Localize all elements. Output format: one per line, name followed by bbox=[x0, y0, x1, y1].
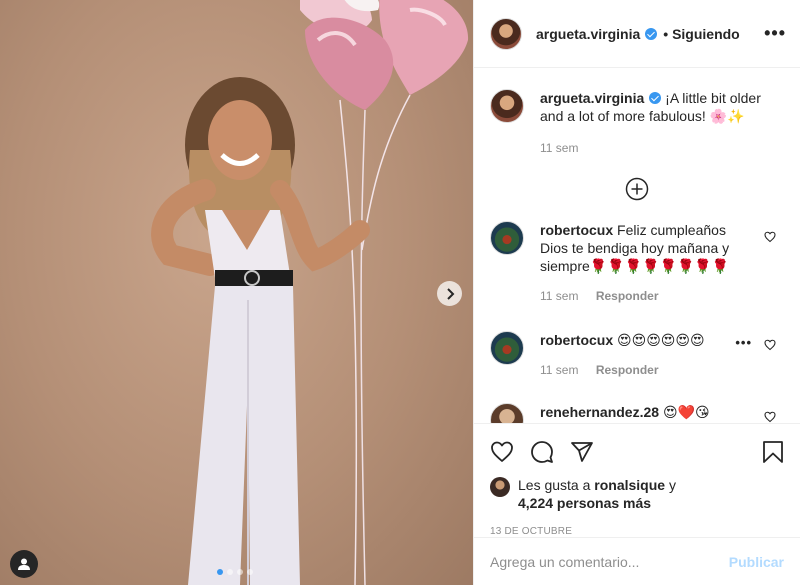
comment-username[interactable]: robertocux bbox=[540, 222, 613, 238]
save-button[interactable] bbox=[762, 440, 784, 464]
carousel-dot bbox=[247, 569, 253, 575]
like-comment-heart-icon[interactable] bbox=[764, 339, 776, 351]
like-button[interactable] bbox=[490, 440, 514, 464]
more-options-icon[interactable]: ••• bbox=[764, 23, 786, 44]
verified-badge-icon bbox=[645, 27, 658, 40]
add-comment-form: Agrega un comentario... Publicar bbox=[474, 537, 800, 585]
caption-time[interactable]: 11 sem bbox=[540, 141, 578, 155]
comments-list[interactable]: argueta.virginia ¡A little bit older and… bbox=[474, 69, 800, 423]
comment-time[interactable]: 11 sem bbox=[540, 363, 578, 377]
save-icon bbox=[763, 441, 783, 463]
comment-item: renehernandez.28 😍❤️😘 bbox=[490, 403, 784, 423]
follow-status-label[interactable]: Siguiendo bbox=[672, 26, 740, 42]
post-side-panel: argueta.virginia • Siguiendo ••• argueta… bbox=[473, 0, 800, 585]
next-photo-button[interactable] bbox=[437, 281, 462, 306]
carousel-dot bbox=[227, 569, 233, 575]
reply-button[interactable]: Responder bbox=[596, 289, 659, 303]
comment-button[interactable] bbox=[530, 440, 554, 464]
carousel-dot bbox=[217, 569, 223, 575]
caption-username[interactable]: argueta.virginia bbox=[540, 90, 644, 106]
post-date[interactable]: 13 DE OCTUBRE bbox=[490, 526, 784, 537]
comment-username[interactable]: renehernandez.28 bbox=[540, 404, 659, 420]
liker-avatar[interactable] bbox=[490, 477, 510, 497]
next-arrow-icon bbox=[446, 287, 454, 300]
comment-item: robertocux Feliz cumpleaños Dios te bend… bbox=[490, 221, 784, 305]
likes-count[interactable]: 4,224 personas más bbox=[518, 495, 651, 511]
load-more-comments[interactable] bbox=[490, 177, 784, 201]
reply-button[interactable]: Responder bbox=[596, 363, 659, 377]
follow-status[interactable]: • Siguiendo bbox=[663, 26, 739, 42]
comment-text: 😍❤️😘 bbox=[662, 404, 710, 420]
carousel-indicator bbox=[217, 569, 253, 575]
load-more-icon bbox=[625, 177, 649, 201]
author-avatar[interactable] bbox=[490, 89, 524, 123]
likes-connector: y bbox=[668, 477, 676, 493]
publish-button[interactable]: Publicar bbox=[729, 554, 784, 570]
post-actions: Les gusta a ronalsique y 4,224 personas … bbox=[474, 423, 800, 537]
author-avatar[interactable] bbox=[490, 17, 522, 50]
liker-username[interactable]: ronalsique bbox=[594, 477, 665, 493]
commenter-avatar[interactable] bbox=[490, 331, 524, 365]
share-icon bbox=[571, 442, 593, 462]
like-comment-heart-icon[interactable] bbox=[764, 411, 776, 423]
likes-prefix: Les gusta a bbox=[518, 477, 591, 493]
comment-options-icon[interactable]: ••• bbox=[735, 335, 752, 350]
like-comment-heart-icon[interactable] bbox=[764, 231, 776, 243]
heart-icon bbox=[491, 441, 513, 462]
comment-item: robertocux 😍😍😍😍😍😍 11 sem Responder ••• bbox=[490, 331, 784, 379]
post-header: argueta.virginia • Siguiendo ••• bbox=[474, 0, 800, 68]
comment-time[interactable]: 11 sem bbox=[540, 289, 578, 303]
likes-summary: Les gusta a ronalsique y 4,224 personas … bbox=[490, 476, 784, 512]
user-tag-icon bbox=[18, 558, 30, 570]
commenter-avatar[interactable] bbox=[490, 403, 524, 423]
comment-icon bbox=[531, 441, 553, 463]
photo-scene bbox=[151, 0, 469, 585]
carousel-dot bbox=[237, 569, 243, 575]
caption: argueta.virginia ¡A little bit older and… bbox=[490, 89, 784, 157]
author-username[interactable]: argueta.virginia bbox=[536, 26, 640, 42]
comment-text: 😍😍😍😍😍😍 bbox=[617, 332, 705, 348]
user-tag-button[interactable] bbox=[10, 550, 38, 578]
post-photo[interactable] bbox=[0, 0, 473, 585]
comment-username[interactable]: robertocux bbox=[540, 332, 613, 348]
share-button[interactable] bbox=[570, 440, 594, 464]
verified-badge-icon bbox=[649, 92, 662, 104]
commenter-avatar[interactable] bbox=[490, 221, 524, 255]
comment-input[interactable]: Agrega un comentario... bbox=[490, 554, 639, 570]
